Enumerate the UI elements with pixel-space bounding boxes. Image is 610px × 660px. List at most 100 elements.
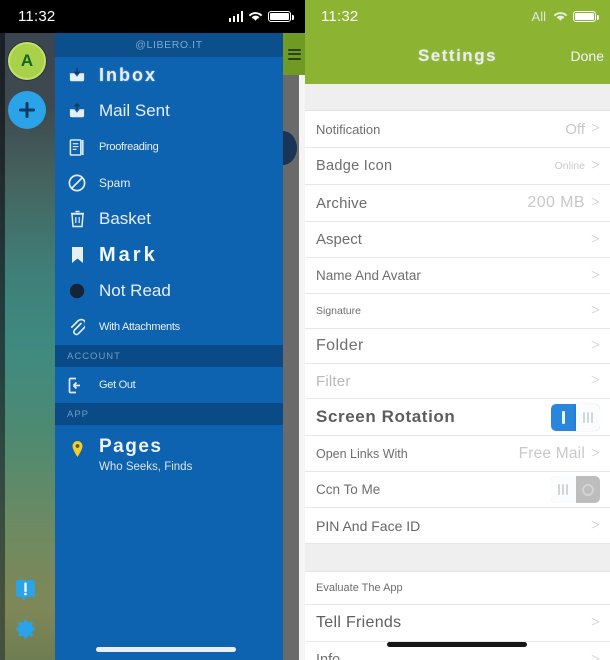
row-value: 200 MB [527,194,585,211]
row-value-group: > [590,266,600,284]
row-label: Signature [316,305,361,317]
chevron-right-icon: > [590,194,600,211]
settings-row-notification[interactable]: Notification Off > [305,111,610,148]
settings-row-filter[interactable]: Filter > [305,364,610,399]
row-label: Info [316,652,341,660]
add-account-button[interactable] [8,91,46,129]
row-value: Off [565,120,585,138]
sidebar-item-label: Spam [99,176,131,190]
done-button[interactable]: Done [571,48,604,64]
row-value-group: > [590,230,600,248]
account-rail: A [0,33,55,660]
sidebar-item-basket[interactable]: Basket [55,201,283,237]
toggle-track-right [576,476,601,503]
settings-row-tell-friends[interactable]: Tell Friends > [305,605,610,642]
left-status-icons [228,10,294,23]
row-value-group: > [591,373,600,389]
row-label: PIN And Face ID [316,517,421,534]
sidebar-item-spam[interactable]: Spam [55,165,283,201]
sidebar-item-pages[interactable]: Pages Who Seeks, Finds [55,425,283,475]
sidebar-item-not-read[interactable]: Not Read [55,273,283,309]
sidebar-item-label: Get Out [99,379,136,391]
row-label: Open Links With [316,446,408,461]
chevron-right-icon: > [590,230,600,248]
pages-text-block: Pages Who Seeks, Finds [99,437,192,475]
outbox-arrow-up-icon [67,101,87,121]
chevron-right-icon: > [590,372,600,389]
toggle-grip-icon [558,484,569,495]
row-value-group: > [591,303,600,319]
sidebar-item-label: Not Read [99,281,171,300]
sidebar-item-with-attachments[interactable]: With Attachments [55,309,283,345]
trash-bin-icon [67,209,87,229]
pages-subtitle: Who Seeks, Finds [99,461,193,473]
settings-row-badge-icon[interactable]: Badge Icon Online > [305,148,610,185]
chevron-right-icon: > [590,444,600,462]
toggle-knob [575,403,600,431]
sidebar-item-label: Proofreading [99,141,159,153]
background-app-peek [283,33,305,660]
toggle-dot-icon [581,483,594,496]
row-label: Filter [316,372,351,390]
sidebar-item-label: With Attachments [99,321,180,333]
sidebar-item-inbox[interactable]: Inbox [55,57,283,93]
chevron-right-icon: > [590,614,600,631]
settings-row-name-and-avatar[interactable]: Name And Avatar > [305,258,610,294]
wifi-icon [248,11,263,22]
sidebar-item-mail-sent[interactable]: Mail Sent [55,93,283,129]
settings-row-ccn-to-me[interactable]: Ccn To Me [305,472,610,508]
row-value-group: 200 MB > [527,194,600,212]
settings-section-gap [305,544,610,572]
left-status-time: 11:32 [18,8,56,25]
settings-row-folder[interactable]: Folder > [305,329,610,364]
signal-bars-icon [228,11,243,22]
row-value-group: > [591,615,600,631]
alert-badge-icon[interactable] [15,579,36,602]
mail-drawer: @LIBERO.IT Inbox Mail Sent Proofreading [55,33,283,660]
row-label: Badge Icon [316,158,393,174]
avatar[interactable]: A [8,42,46,80]
home-indicator-left [96,647,236,652]
sidebar-item-mark[interactable]: Mark [55,237,283,273]
row-value-group: > [591,338,600,354]
toggle-grip-icon [582,411,593,423]
top-section-gap [305,84,610,111]
settings-row-signature[interactable]: Signature > [305,294,610,329]
settings-list: Notification Off > Badge Icon Online > A… [305,111,610,544]
row-value-group: > [591,652,600,660]
settings-row-screen-rotation[interactable]: Screen Rotation [305,399,610,436]
toggle-track-left [551,404,576,431]
chevron-right-icon: > [590,337,600,354]
settings-row-aspect[interactable]: Aspect > [305,222,610,258]
row-label: Notification [316,121,381,137]
page-title: Settings [417,45,498,65]
chevron-right-icon: > [590,120,600,137]
hamburger-menu-icon[interactable] [287,46,301,62]
ccn-to-me-toggle[interactable] [551,476,600,503]
chevron-right-icon: > [590,516,600,534]
peek-green-navbar [283,33,305,75]
right-status-time: 11:32 [321,8,359,25]
row-value-group: Off > [565,121,600,138]
draft-document-icon [67,137,87,157]
row-label: Screen Rotation [316,407,456,426]
row-value-group: Free Mail > [519,445,600,463]
account-email-header: @LIBERO.IT [55,33,283,57]
sidebar-item-label: Basket [99,209,151,228]
settings-row-pin-and-face-id[interactable]: PIN And Face ID > [305,508,610,544]
right-status-bar: 11:32 All [305,0,610,33]
sidebar-item-proofreading[interactable]: Proofreading [55,129,283,165]
screen-rotation-toggle[interactable] [551,403,600,431]
right-status-icons: All [532,9,599,24]
row-value: Free Mail [518,444,585,462]
battery-icon [573,10,599,23]
inbox-arrow-down-icon [67,65,87,85]
sidebar-item-get-out[interactable]: Get Out [55,367,283,403]
settings-row-open-links-with[interactable]: Open Links With Free Mail > [305,436,610,472]
sidebar-item-label: Mail Sent [99,101,170,120]
block-circle-slash-icon [67,173,87,193]
settings-row-evaluate-the-app[interactable]: Evaluate The App [305,572,610,605]
chevron-right-icon: > [590,266,600,284]
settings-row-archive[interactable]: Archive 200 MB > [305,185,610,222]
gear-icon[interactable] [14,617,38,641]
